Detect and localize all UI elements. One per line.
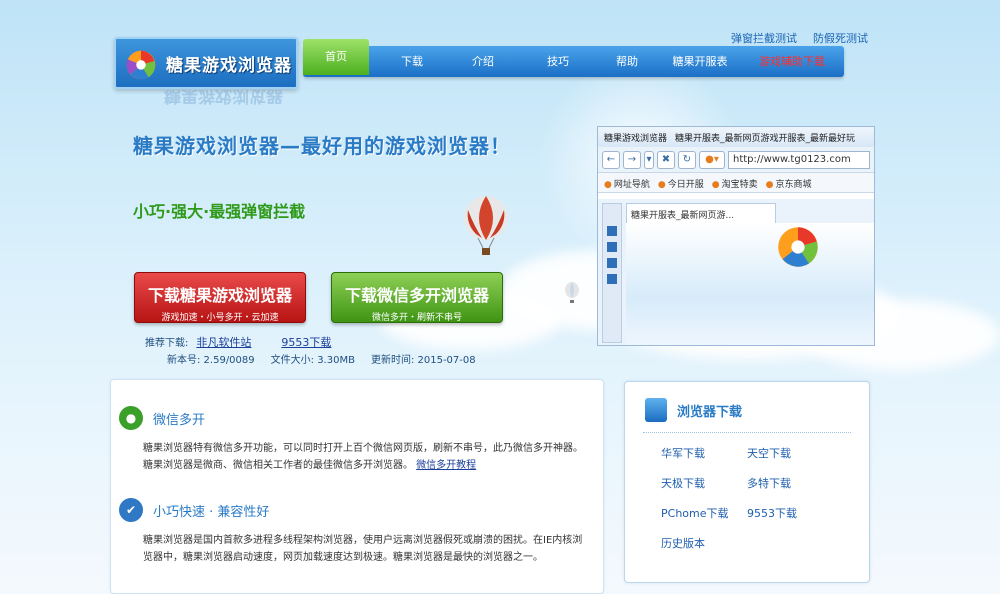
logo-text: 糖果游戏浏览器	[166, 55, 292, 76]
tool-icon	[607, 242, 617, 252]
main-nav: 首页 下载 介绍 技巧 帮助 糖果开服表 游戏辅助下载	[303, 38, 844, 77]
download-site-link[interactable]: 9553下载	[747, 505, 833, 521]
browser-content	[626, 223, 874, 345]
download-sites-list: 华军下载 天空下载 天极下载 多特下载 PChome下载 9553下载 历史版本	[625, 433, 869, 551]
wechat-tutorial-link[interactable]: 微信多开教程	[416, 460, 476, 471]
hero-subtitle: 小巧·强大·最强弹窗拦截	[133, 202, 306, 221]
logo-reflection: 糖果游戏浏览器	[164, 90, 283, 105]
file-size: 文件大小: 3.30MB	[270, 355, 355, 366]
stop-icon: ✖	[657, 150, 675, 169]
favorite-item: 网址导航	[604, 177, 650, 190]
tool-icon	[607, 274, 617, 284]
nav-game-helper-download[interactable]: 游戏辅助下载	[751, 46, 833, 77]
version-info: 新本号: 2.59/0089 文件大小: 3.30MB 更新时间: 2015-0…	[167, 351, 476, 366]
download-button-label: 下载糖果游戏浏览器	[147, 286, 292, 305]
download-button-sublabel: 游戏加速・小号多开・云加速	[161, 313, 279, 323]
browser-addressbar: ← → ▾ ✖ ↻ ●▾ http://www.tg0123.com	[598, 147, 874, 173]
feature-title: 微信多开	[153, 412, 206, 428]
download-site-link[interactable]: PChome下载	[661, 505, 747, 521]
browser-sidebar	[602, 203, 622, 343]
favorite-item: 今日开服	[658, 177, 704, 190]
nav-download[interactable]: 下载	[369, 46, 455, 77]
checkmark-icon: ✔	[119, 498, 143, 522]
browser-screenshot: 糖果游戏浏览器 糖果开服表_最新网页游戏开服表_最新最好玩 ← → ▾ ✖ ↻ …	[597, 126, 875, 346]
download-site-link[interactable]: 天空下载	[747, 445, 833, 461]
browser-body: 糖果开服表_最新网页游...	[598, 199, 874, 345]
site-favicon-icon: ●▾	[699, 150, 725, 169]
recommend-link-feifan[interactable]: 非凡软件站	[196, 334, 251, 350]
browser-title: 糖果游戏浏览器	[604, 134, 668, 144]
candy-logo-icon	[126, 50, 156, 80]
download-site-link[interactable]: 多特下载	[747, 475, 833, 491]
nav-home[interactable]: 首页	[303, 38, 369, 75]
feature-speed: ✔ 小巧快速 · 兼容性好 糖果浏览器是国内首款多进程多线程架构浏览器，使用户远…	[119, 498, 583, 566]
update-time: 更新时间: 2015-07-08	[370, 355, 476, 366]
favorite-item: 京东商城	[766, 177, 811, 190]
anti-freeze-test-link[interactable]: 防假死测试	[813, 30, 868, 46]
chevron-down-icon: ▾	[644, 150, 654, 169]
nav-server-list[interactable]: 糖果开服表	[649, 46, 751, 77]
refresh-icon: ↻	[678, 150, 696, 169]
hot-air-balloon-icon	[464, 196, 508, 255]
history-versions-link[interactable]: 历史版本	[661, 535, 747, 551]
feature-title: 小巧快速 · 兼容性好	[153, 504, 270, 520]
side-panel-title: 浏览器下载	[677, 404, 743, 420]
browser-download-panel: 浏览器下载 华军下载 天空下载 天极下载 多特下载 PChome下载 9553下…	[624, 381, 870, 583]
download-box-icon	[645, 398, 667, 422]
browser-tab: 糖果开服表_最新网页游...	[626, 203, 776, 223]
favorite-item: 淘宝特卖	[712, 177, 758, 190]
download-button-label: 下载微信多开浏览器	[344, 286, 489, 305]
small-balloon-icon	[565, 282, 579, 303]
popup-block-test-link[interactable]: 弹窗拦截测试	[731, 30, 797, 46]
download-candy-browser-button[interactable]: 下载糖果游戏浏览器 游戏加速・小号多开・云加速	[134, 272, 306, 323]
feature-description: 糖果浏览器特有微信多开功能，可以同时打开上百个微信网页版，刷新不串号，此乃微信多…	[143, 443, 583, 471]
recommend-link-9553[interactable]: 9553下载	[281, 334, 331, 350]
recommend-downloads: 推荐下载: 非凡软件站 9553下载	[145, 334, 331, 350]
top-links: 弹窗拦截测试 防假死测试	[731, 30, 868, 46]
download-wechat-browser-button[interactable]: 下载微信多开浏览器 微信多开・刷新不串号	[331, 272, 503, 323]
download-button-sublabel: 微信多开・刷新不串号	[371, 313, 462, 323]
feature-text: 糖果浏览器特有微信多开功能，可以同时打开上百个微信网页版，刷新不串号，此乃微信多…	[143, 440, 583, 474]
browser-page-title: 糖果开服表_最新网页游戏开服表_最新最好玩	[675, 134, 856, 144]
feature-text: 糖果浏览器是国内首款多进程多线程架构浏览器，使用户远离浏览器假死或崩溃的困扰。在…	[143, 532, 583, 566]
back-icon: ←	[602, 150, 620, 169]
hero-title: 糖果游戏浏览器—最好用的游戏浏览器！	[133, 134, 511, 158]
nav-tips[interactable]: 技巧	[511, 46, 605, 77]
browser-favorites-bar: 网址导航 今日开服 淘宝特卖 京东商城	[598, 173, 874, 193]
features-panel: ● 微信多开 糖果浏览器特有微信多开功能，可以同时打开上百个微信网页版，刷新不串…	[110, 379, 604, 594]
wechat-icon: ●	[119, 406, 143, 430]
browser-titlebar: 糖果游戏浏览器 糖果开服表_最新网页游戏开服表_最新最好玩	[598, 127, 874, 147]
nav-intro[interactable]: 介绍	[455, 46, 511, 77]
candy-logo-icon	[778, 227, 818, 267]
download-site-link[interactable]: 天极下载	[661, 475, 747, 491]
version-number: 新本号: 2.59/0089	[167, 355, 255, 366]
star-icon	[607, 226, 617, 236]
nav-help[interactable]: 帮助	[605, 46, 649, 77]
browser-url: http://www.tg0123.com	[728, 150, 870, 169]
forward-icon: →	[623, 150, 641, 169]
download-site-link[interactable]: 华军下载	[661, 445, 747, 461]
recommend-label: 推荐下载:	[145, 338, 189, 349]
site-logo[interactable]: 糖果游戏浏览器	[114, 37, 298, 89]
feature-description: 糖果浏览器是国内首款多进程多线程架构浏览器，使用户远离浏览器假死或崩溃的困扰。在…	[143, 535, 583, 563]
feature-wechat: ● 微信多开 糖果浏览器特有微信多开功能，可以同时打开上百个微信网页版，刷新不串…	[119, 406, 583, 474]
tool-icon	[607, 258, 617, 268]
